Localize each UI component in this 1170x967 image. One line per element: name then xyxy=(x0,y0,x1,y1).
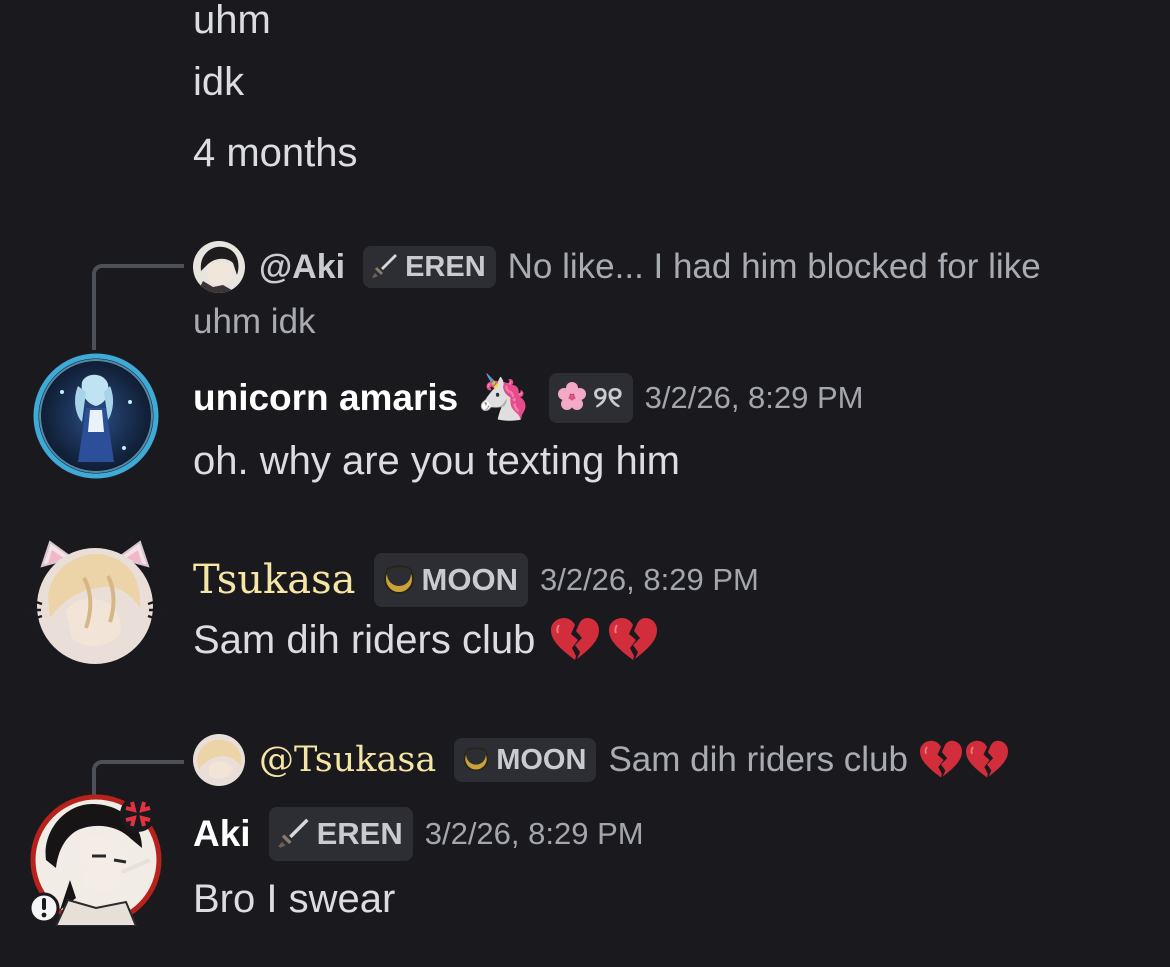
moon-icon xyxy=(382,561,416,599)
author-name[interactable]: Aki xyxy=(193,813,251,855)
aki-avatar[interactable] xyxy=(26,790,162,927)
broken-heart-icon xyxy=(918,739,964,781)
reply-snippet: No like... I had him blocked for like xyxy=(507,247,1041,286)
message-header: Tsukasa MOON 3/2/26, 8:29 PM xyxy=(193,550,759,610)
broken-heart-icon xyxy=(964,739,1010,781)
author-name[interactable]: unicorn amaris xyxy=(193,377,458,419)
timestamp: 3/2/26, 8:29 PM xyxy=(539,562,759,597)
timestamp: 3/2/26, 8:29 PM xyxy=(644,380,864,415)
reply-mention[interactable]: @Aki xyxy=(259,248,345,287)
unicorn-icon: 🦄 xyxy=(476,373,532,422)
message-text: oh. why are you texting him xyxy=(193,439,680,483)
message-line: uhm xyxy=(193,0,271,42)
broken-heart-icon xyxy=(549,616,601,664)
broken-heart-icon xyxy=(607,616,659,664)
role-tag-label: EREN xyxy=(316,816,403,851)
timestamp: 3/2/26, 8:29 PM xyxy=(424,816,644,851)
role-tag[interactable]: EREN xyxy=(268,807,413,861)
role-tag-label: MOON xyxy=(496,743,587,776)
reply-preview[interactable]: @Aki EREN No like... I had him blocked f… xyxy=(193,240,1041,294)
reply-preview[interactable]: @Tsukasa MOON Sam dih riders club xyxy=(193,733,1010,787)
message-text: Bro I swear xyxy=(193,877,396,921)
message-text: Sam dih riders club xyxy=(193,617,536,662)
author-name[interactable]: Tsukasa xyxy=(193,557,356,603)
message-text-row: Sam dih riders club xyxy=(193,616,659,664)
unicorn-amaris-avatar[interactable] xyxy=(32,352,160,480)
tsukasa-reply-avatar[interactable] xyxy=(193,734,245,786)
moon-icon xyxy=(462,744,490,776)
sword-icon xyxy=(371,251,399,283)
message-header: unicorn amaris 🦄 ୨୧ 3/2/26, 8:29 PM xyxy=(193,368,864,428)
role-tag[interactable]: EREN xyxy=(363,246,496,288)
role-tag-label: MOON xyxy=(421,562,518,597)
role-tag[interactable]: MOON xyxy=(454,738,597,782)
reply-snippet: Sam dih riders club xyxy=(608,740,909,779)
reply-connector xyxy=(92,264,184,350)
role-tag-label: EREN xyxy=(405,250,486,283)
reply-mention[interactable]: @Tsukasa xyxy=(259,740,436,780)
reply-snippet-continued: uhm idk xyxy=(193,302,316,341)
message-line: 4 months xyxy=(193,131,358,175)
role-tag-label: ୨୧ xyxy=(593,381,623,414)
sword-icon xyxy=(277,815,311,853)
aki-reply-avatar[interactable] xyxy=(193,241,245,293)
cherry-blossom-icon xyxy=(557,381,587,415)
role-tag[interactable]: MOON xyxy=(373,553,528,607)
message-line: idk xyxy=(193,60,245,104)
role-tag[interactable]: ୨୧ xyxy=(549,373,633,423)
message-header: Aki EREN 3/2/26, 8:29 PM xyxy=(193,804,644,864)
tsukasa-avatar[interactable] xyxy=(28,538,162,668)
